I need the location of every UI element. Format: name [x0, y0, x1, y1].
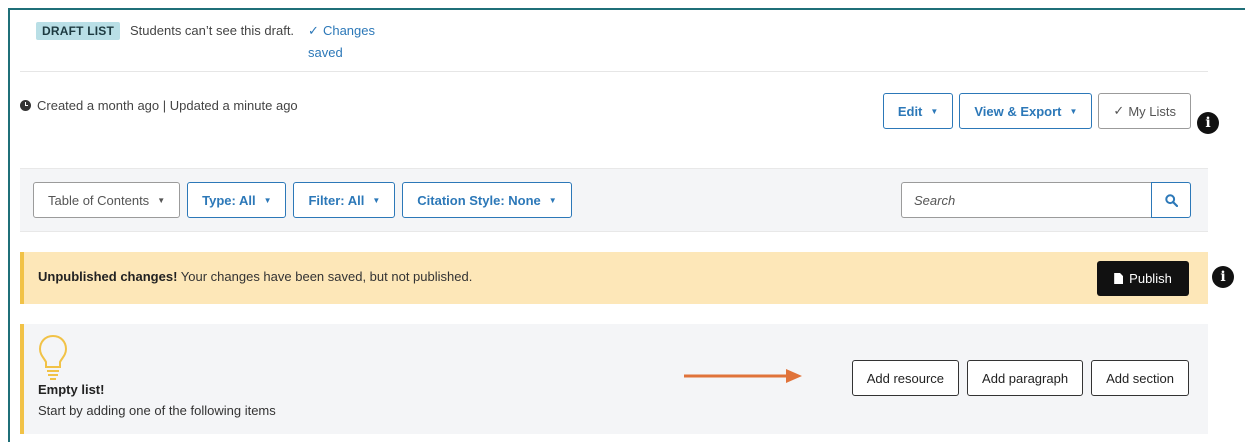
arrow-right-icon	[684, 369, 802, 383]
draft-status-row: DRAFT LIST Students can’t see this draft…	[36, 22, 398, 64]
filter-dropdown[interactable]: Filter: All ▼	[293, 182, 396, 218]
search-input[interactable]	[901, 182, 1151, 218]
caret-down-icon: ▼	[1069, 106, 1078, 116]
created-updated-info: Created a month ago | Updated a minute a…	[20, 95, 310, 117]
caret-down-icon: ▼	[372, 195, 381, 205]
publish-button[interactable]: Publish	[1097, 261, 1189, 296]
filter-toolbar: Table of Contents ▼ Type: All ▼ Filter: …	[20, 168, 1208, 232]
my-lists-button-label: My Lists	[1128, 103, 1176, 119]
draft-note: Students can’t see this draft.	[130, 23, 295, 38]
caret-down-icon: ▼	[263, 195, 272, 205]
add-resource-button[interactable]: Add resource	[851, 360, 960, 396]
lightbulb-icon	[38, 334, 68, 380]
list-actions: Edit ▼ View & Export ▼ ✓ My Lists	[877, 93, 1191, 129]
add-section-button[interactable]: Add section	[1091, 360, 1189, 396]
clock-icon	[20, 100, 31, 111]
created-updated-text: Created a month ago | Updated a minute a…	[37, 98, 298, 113]
draft-badge: DRAFT LIST	[36, 22, 120, 40]
filter-label: Filter: All	[308, 192, 365, 208]
search-button[interactable]	[1151, 182, 1191, 218]
banner-text: Unpublished changes! Your changes have b…	[38, 269, 472, 284]
empty-list-subtitle: Start by adding one of the following ite…	[38, 403, 276, 418]
empty-list-title: Empty list!	[38, 382, 105, 397]
changes-saved-indicator: ✓ Changes saved	[308, 20, 398, 64]
search-icon	[1164, 193, 1178, 207]
unpublished-banner: Unpublished changes! Your changes have b…	[20, 252, 1208, 304]
type-filter-label: Type: All	[202, 192, 256, 208]
info-icon[interactable]: i	[1197, 112, 1219, 134]
table-of-contents-dropdown[interactable]: Table of Contents ▼	[33, 182, 181, 218]
edit-button-label: Edit	[897, 103, 923, 119]
type-filter-dropdown[interactable]: Type: All ▼	[187, 182, 287, 218]
view-export-button[interactable]: View & Export ▼	[959, 93, 1093, 129]
citation-style-dropdown[interactable]: Citation Style: None ▼	[402, 182, 572, 218]
filter-group: Table of Contents ▼ Type: All ▼ Filter: …	[33, 182, 579, 218]
empty-list-panel: Empty list! Start by adding one of the f…	[20, 324, 1208, 434]
citation-style-label: Citation Style: None	[417, 192, 541, 208]
divider	[20, 71, 1208, 72]
view-export-button-label: View & Export	[974, 103, 1062, 119]
search-box	[901, 182, 1191, 218]
info-icon[interactable]: i	[1212, 266, 1234, 288]
banner-message: Your changes have been saved, but not pu…	[180, 269, 473, 284]
check-icon: ✓	[308, 23, 319, 38]
my-lists-button[interactable]: ✓ My Lists	[1098, 93, 1191, 129]
edit-button[interactable]: Edit ▼	[882, 93, 954, 129]
check-icon: ✓	[1113, 103, 1125, 118]
table-of-contents-label: Table of Contents	[48, 192, 150, 208]
caret-down-icon: ▼	[548, 195, 557, 205]
caret-down-icon: ▼	[157, 195, 166, 205]
add-paragraph-button[interactable]: Add paragraph	[967, 360, 1084, 396]
document-icon	[1114, 273, 1124, 284]
caret-down-icon: ▼	[930, 106, 939, 116]
banner-title: Unpublished changes!	[38, 269, 178, 284]
add-item-actions: Add resource Add paragraph Add section	[844, 360, 1189, 396]
publish-button-label: Publish	[1129, 271, 1172, 286]
